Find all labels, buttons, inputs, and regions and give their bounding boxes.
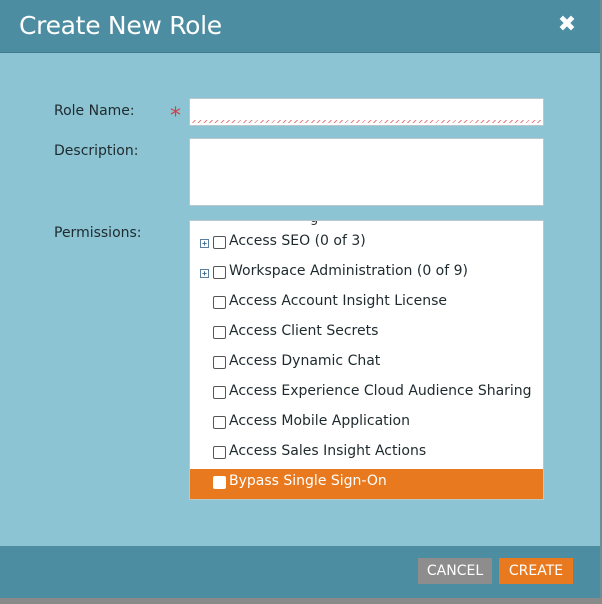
permission-row[interactable]: Access Dynamic Chat xyxy=(190,349,543,379)
description-textarea[interactable] xyxy=(189,138,544,206)
permission-checkbox[interactable] xyxy=(213,386,226,399)
create-button[interactable]: CREATE xyxy=(499,558,573,584)
permission-checkbox[interactable] xyxy=(213,356,226,369)
permission-row[interactable]: Access Experience Cloud Audience Sharing xyxy=(190,379,543,409)
create-role-dialog: Create New Role ✖ Role Name: * Descripti… xyxy=(0,0,602,598)
permission-checkbox[interactable] xyxy=(213,446,226,459)
close-icon[interactable]: ✖ xyxy=(556,14,578,36)
backdrop-strip xyxy=(0,598,602,604)
permission-row[interactable]: Access Client Secrets xyxy=(190,319,543,349)
dialog-header: Create New Role ✖ xyxy=(0,0,600,53)
partially-hidden-row: g xyxy=(310,221,318,226)
permission-label: Access Dynamic Chat xyxy=(229,353,381,369)
permission-label: Bypass Single Sign-On xyxy=(229,473,387,489)
description-label: Description: xyxy=(54,143,139,159)
cancel-button[interactable]: CANCEL xyxy=(418,558,492,584)
permission-checkbox[interactable] xyxy=(213,236,226,249)
permission-label: Access Sales Insight Actions xyxy=(229,443,427,459)
permission-row[interactable]: Access Account Insight License xyxy=(190,289,543,319)
permission-row[interactable]: Bypass Single Sign-On xyxy=(190,469,543,499)
role-name-label: Role Name: xyxy=(54,103,135,119)
permission-checkbox[interactable] xyxy=(213,296,226,309)
permissions-label: Permissions: xyxy=(54,225,142,241)
permission-checkbox[interactable] xyxy=(213,326,226,339)
role-name-input[interactable] xyxy=(189,98,544,126)
spellcheck-underline xyxy=(192,120,541,123)
permission-checkbox[interactable] xyxy=(213,476,226,489)
dialog-footer: CANCEL CREATE xyxy=(0,546,600,598)
dialog-title: Create New Role xyxy=(19,11,222,40)
permission-label: Access Account Insight License xyxy=(229,293,448,309)
permission-label: Access Mobile Application xyxy=(229,413,410,429)
expand-icon[interactable]: + xyxy=(200,269,209,278)
expand-icon[interactable]: + xyxy=(200,239,209,248)
permission-checkbox[interactable] xyxy=(213,416,226,429)
permission-row[interactable]: + Access SEO (0 of 3) xyxy=(190,229,543,259)
permission-label: Workspace Administration (0 of 9) xyxy=(229,263,468,279)
required-asterisk: * xyxy=(170,104,181,129)
permission-label: Access SEO (0 of 3) xyxy=(229,233,366,249)
permissions-tree[interactable]: g + Access SEO (0 of 3) + Workspace Adminis… xyxy=(189,220,544,500)
permission-row[interactable]: + Workspace Administration (0 of 9) xyxy=(190,259,543,289)
permission-label: Access Experience Cloud Audience Sharing xyxy=(229,383,532,399)
permission-row[interactable]: Access Mobile Application xyxy=(190,409,543,439)
permission-label: Access Client Secrets xyxy=(229,323,379,339)
permission-row[interactable]: Access Sales Insight Actions xyxy=(190,439,543,469)
permission-checkbox[interactable] xyxy=(213,266,226,279)
